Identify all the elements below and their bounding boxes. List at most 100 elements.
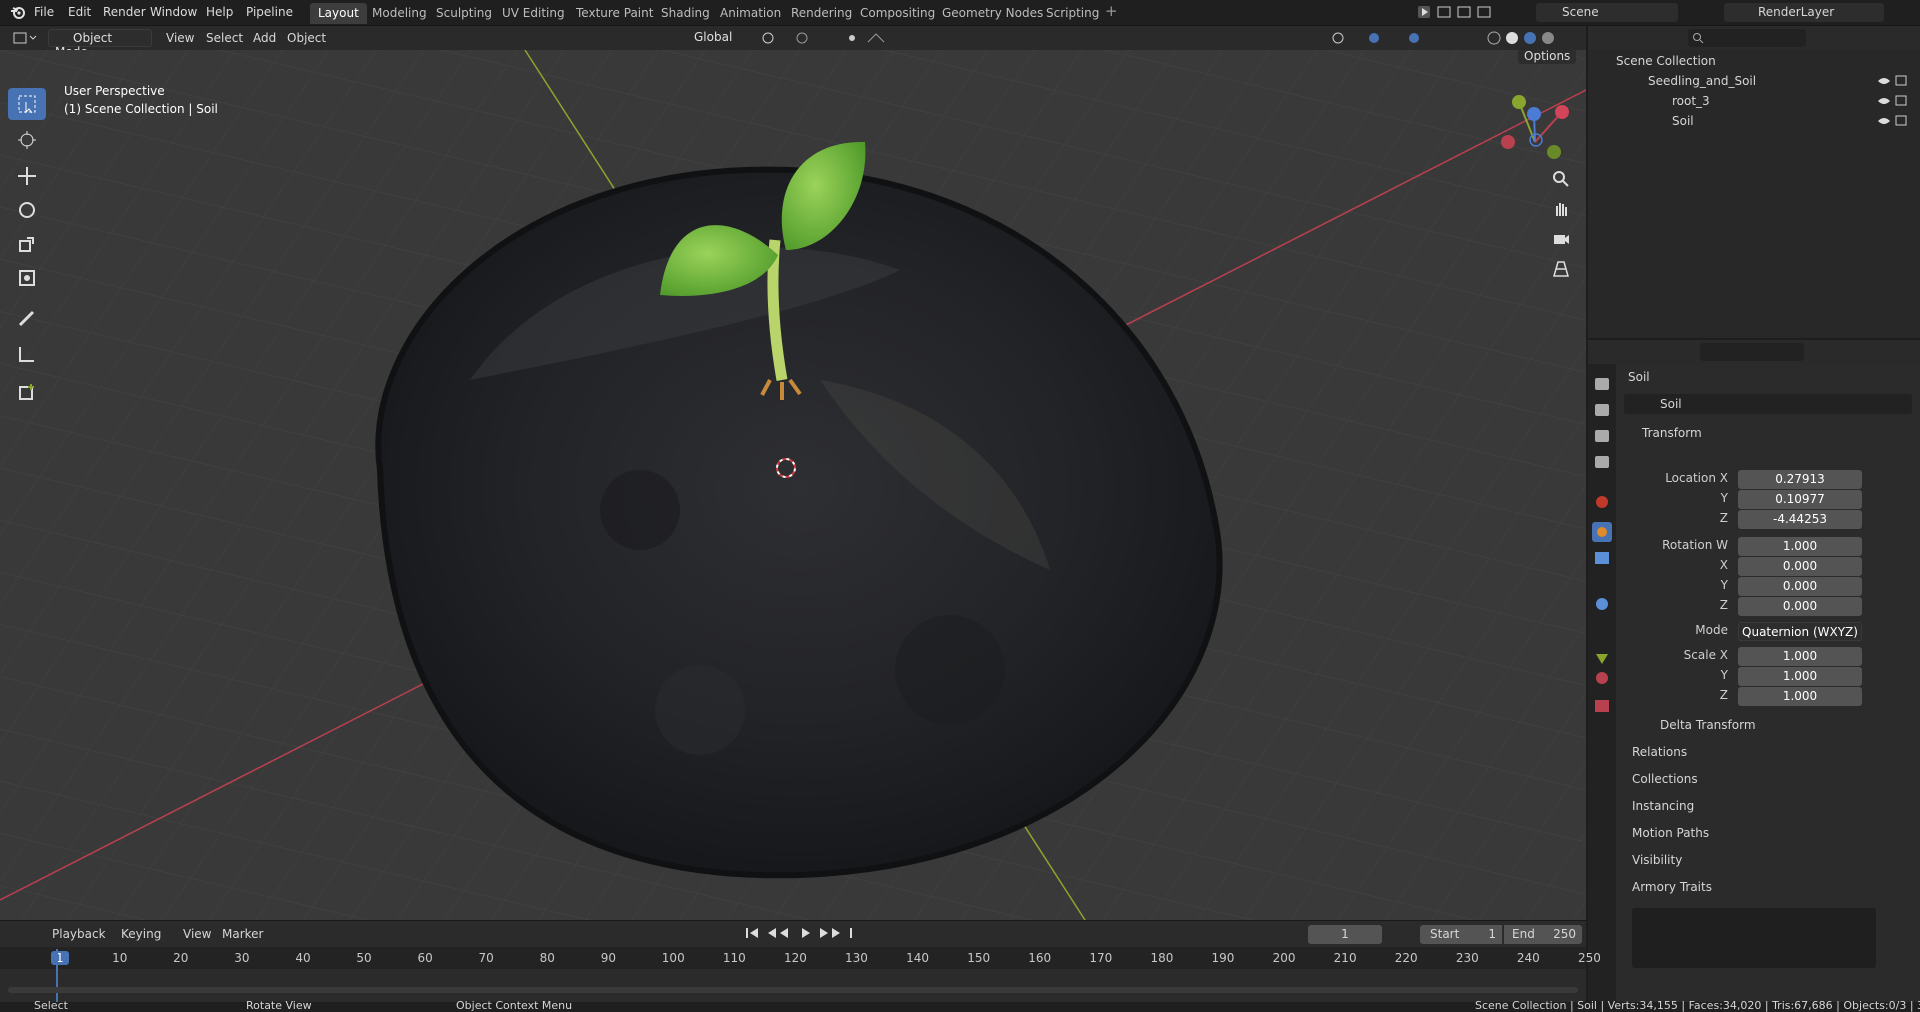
end-frame-field[interactable]: End 250 [1504, 925, 1582, 944]
playback-controls[interactable] [746, 925, 866, 941]
scale-x-field[interactable]: 1.000 [1738, 647, 1862, 666]
section-relations[interactable]: Relations [1632, 745, 1687, 759]
render-layer-selector[interactable]: RenderLayer [1724, 3, 1884, 22]
location-z-field[interactable]: -4.44253 [1738, 510, 1862, 529]
snap-pivot-icons[interactable] [760, 30, 890, 46]
rotation-y-label: Y [1720, 578, 1728, 592]
blender-logo-icon[interactable] [10, 4, 26, 20]
tab-shading[interactable]: Shading [653, 3, 718, 24]
scale-tool[interactable] [8, 228, 46, 260]
playback-menu[interactable]: Playback [52, 927, 106, 941]
tab-compositing[interactable]: Compositing [852, 3, 943, 24]
cursor-tool[interactable] [8, 124, 46, 156]
rotation-w-field[interactable]: 1.000 [1738, 537, 1862, 556]
measure-tool[interactable] [8, 338, 46, 370]
outliner-item-root-3[interactable]: root_3 [1672, 94, 1710, 108]
menu-window[interactable]: Window [150, 5, 197, 19]
rotation-x-label: X [1719, 558, 1728, 572]
tab-uv-editing[interactable]: UV Editing [494, 3, 573, 24]
section-delta-transform[interactable]: Delta Transform [1660, 718, 1756, 732]
section-armory-traits[interactable]: Armory Traits [1632, 880, 1712, 894]
rotation-z-field[interactable]: 0.000 [1738, 597, 1862, 616]
pan-hand-icon[interactable] [1552, 200, 1570, 218]
tab-layout[interactable]: Layout [310, 3, 367, 24]
transform-tool[interactable] [8, 262, 46, 294]
menu-file[interactable]: File [34, 5, 54, 19]
location-x-field[interactable]: 0.27913 [1738, 470, 1862, 489]
top-menu-bar: File Edit Render Window Help Pipeline La… [0, 0, 1920, 26]
ruler-label: 240 [1516, 951, 1540, 965]
properties-tab-column [1588, 364, 1616, 1002]
tab-geometry-nodes[interactable]: Geometry Nodes [934, 3, 1051, 24]
timeline-view-menu[interactable]: View [183, 927, 211, 941]
tab-texture-paint[interactable]: Texture Paint [568, 3, 661, 24]
section-motion-paths[interactable]: Motion Paths [1632, 826, 1709, 840]
annotate-tool[interactable] [8, 302, 46, 334]
ruler-label: 1 [51, 951, 69, 965]
outliner-scene-collection[interactable]: Scene Collection [1616, 54, 1716, 68]
location-x-label: Location X [1665, 471, 1728, 485]
armory-traits-list[interactable] [1632, 908, 1876, 968]
viewport-shading-icons[interactable] [1330, 30, 1570, 46]
transform-section-title[interactable]: Transform [1642, 426, 1702, 440]
ruler-label: 50 [356, 951, 372, 965]
move-tool[interactable] [8, 160, 46, 192]
menu-render[interactable]: Render [103, 5, 146, 19]
menu-help[interactable]: Help [206, 5, 233, 19]
perspective-toggle-icon[interactable] [1552, 260, 1570, 278]
add-workspace-icon[interactable]: + [1105, 2, 1118, 20]
add-cube-tool[interactable] [8, 376, 46, 408]
select-menu[interactable]: Select [200, 29, 249, 47]
current-frame-field[interactable]: 1 [1308, 925, 1382, 944]
menu-pipeline[interactable]: Pipeline [246, 5, 293, 19]
properties-search-input[interactable] [1700, 343, 1804, 361]
rotation-x-field[interactable]: 0.000 [1738, 557, 1862, 576]
timeline-scrollbar[interactable] [8, 987, 1578, 993]
scene-collection-label: Scene Collection [1616, 54, 1716, 68]
keying-menu[interactable]: Keying [121, 927, 161, 941]
options-dropdown[interactable]: Options [1518, 50, 1577, 64]
soil-label: Soil [1672, 114, 1694, 128]
tab-modeling[interactable]: Modeling [364, 3, 435, 24]
section-collections[interactable]: Collections [1632, 772, 1698, 786]
zoom-icon[interactable] [1552, 170, 1570, 188]
render-icons[interactable] [1416, 4, 1506, 20]
marker-menu[interactable]: Marker [222, 927, 263, 941]
orientation-dropdown[interactable]: Global [670, 29, 746, 47]
section-instancing[interactable]: Instancing [1632, 799, 1694, 813]
rotation-y-field[interactable]: 0.000 [1738, 577, 1862, 596]
menu-edit[interactable]: Edit [68, 5, 91, 19]
add-menu[interactable]: Add [247, 29, 282, 47]
mode-dropdown[interactable]: Object Mode [48, 29, 152, 59]
section-visibility[interactable]: Visibility [1632, 853, 1682, 867]
ruler-label: 80 [539, 951, 555, 965]
camera-view-icon[interactable] [1552, 230, 1570, 248]
tab-scripting[interactable]: Scripting [1038, 3, 1107, 24]
scale-z-field[interactable]: 1.000 [1738, 687, 1862, 706]
playhead[interactable] [56, 949, 58, 1003]
tab-sculpting[interactable]: Sculpting [428, 3, 500, 24]
location-y-field[interactable]: 0.10977 [1738, 490, 1862, 509]
outliner-search-input[interactable] [1688, 29, 1806, 47]
outliner-collection[interactable]: Seedling_and_Soil [1648, 74, 1756, 88]
scene-selector[interactable]: Scene [1536, 3, 1678, 22]
outliner-item-soil[interactable]: Soil [1672, 114, 1694, 128]
object-name-field[interactable]: Soil [1624, 394, 1912, 414]
editor-type-icon[interactable] [12, 30, 38, 46]
scale-y-field[interactable]: 1.000 [1738, 667, 1862, 686]
tab-animation[interactable]: Animation [712, 3, 789, 24]
select-box-tool[interactable] [8, 88, 46, 120]
rotate-tool[interactable] [8, 194, 46, 226]
rotation-mode-dropdown[interactable]: Quaternion (WXYZ) [1738, 622, 1862, 641]
start-frame-field[interactable]: Start 1 [1420, 925, 1502, 944]
visibility-eye-icon[interactable] [1876, 74, 1910, 130]
object-menu[interactable]: Object [281, 29, 332, 47]
3d-viewport[interactable]: User Perspective (1) Scene Collection | … [0, 50, 1586, 920]
ruler-label: 170 [1089, 951, 1113, 965]
start-label: Start [1430, 927, 1460, 941]
frame-ruler[interactable]: 1 10 20 30 40 50 60 70 80 90 100 110 120 130 140 150 160… [0, 947, 1601, 969]
tab-rendering[interactable]: Rendering [783, 3, 860, 24]
outliner-panel: Scene Collection Seedling_and_Soil root_… [1588, 26, 1920, 338]
view-menu[interactable]: View [160, 29, 200, 47]
object-name-title: Soil [1628, 370, 1650, 384]
